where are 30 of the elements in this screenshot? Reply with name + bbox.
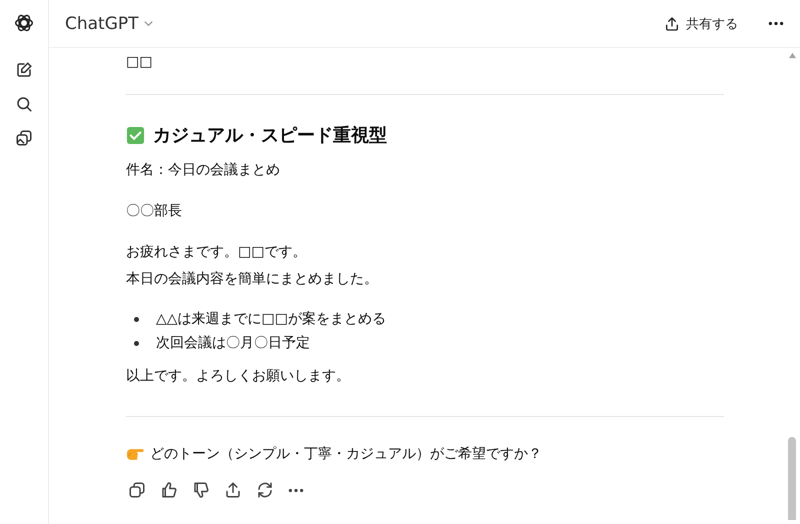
logo-icon[interactable] — [13, 12, 35, 34]
more-icon[interactable] — [768, 21, 784, 26]
pointing-hand-icon — [126, 446, 144, 462]
more-icon[interactable] — [288, 488, 304, 492]
list-item: 次回会議は〇月〇日予定 — [156, 334, 310, 353]
question-text: どのトーン（シンプル・丁寧・カジュアル）がご希望ですか？ — [150, 445, 542, 463]
refresh-icon[interactable] — [256, 481, 274, 499]
message-text: 件名：今日の会議まとめ — [126, 161, 281, 180]
list-item: △△は来週までに□□が案をまとめる — [156, 310, 386, 329]
bullet-icon — [134, 340, 139, 346]
edit-icon[interactable] — [15, 61, 33, 79]
copy-icon[interactable] — [128, 481, 146, 499]
thumbs-down-icon[interactable] — [192, 481, 210, 499]
thumbs-up-icon[interactable] — [160, 481, 178, 499]
check-box-icon — [126, 126, 145, 144]
message-text: 本日の会議内容を簡単にまとめました。 — [126, 270, 379, 289]
bullet-icon — [134, 316, 139, 322]
model-selector[interactable]: ChatGPT — [65, 14, 154, 34]
share-icon[interactable] — [224, 481, 242, 499]
scrollbar-thumb[interactable] — [788, 437, 796, 520]
message-text: お疲れさまです。□□です。 — [126, 243, 308, 262]
share-button[interactable]: 共有する — [664, 10, 738, 36]
chevron-down-icon — [142, 18, 154, 29]
share-icon — [664, 16, 680, 32]
images-icon[interactable] — [15, 129, 33, 147]
section-heading: カジュアル・スピード重視型 — [153, 124, 387, 147]
message-text: 以上です。よろしくお願いします。 — [126, 367, 351, 386]
message-text: 〇〇部長 — [126, 202, 183, 221]
message-text: □□ — [126, 53, 154, 72]
search-icon[interactable] — [15, 95, 33, 113]
